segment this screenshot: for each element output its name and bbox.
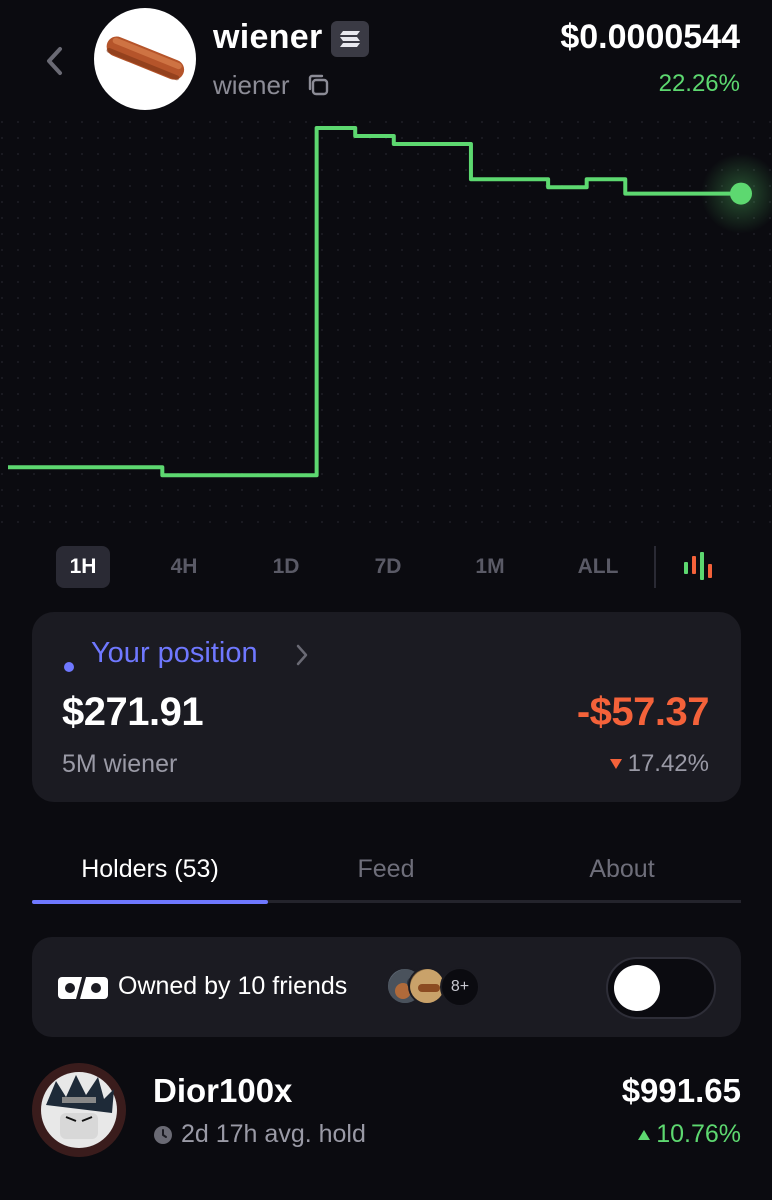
token-detail-screen: wiener wiener $0.0000544 22.26% 1H 4H 1D…	[0, 0, 772, 1200]
tab-holders[interactable]: Holders (53)	[32, 840, 268, 898]
candlestick-icon	[684, 552, 712, 580]
token-symbol: wiener	[213, 70, 290, 100]
timeframe-all[interactable]: ALL	[572, 546, 624, 588]
friends-ownership-card: Owned by 10 friends 8+	[32, 937, 741, 1037]
holder-change: 10.76%	[638, 1120, 741, 1149]
holder-avatar	[32, 1063, 126, 1157]
holder-hold-time: 2d 17h avg. hold	[153, 1120, 366, 1149]
toggle-knob	[614, 965, 660, 1011]
chevron-left-icon	[47, 47, 62, 75]
holder-value: $991.65	[621, 1072, 741, 1109]
holder-row[interactable]: Dior100x 2d 17h avg. hold $991.65 10.76%	[32, 1060, 741, 1170]
price-change: 22.26%	[658, 70, 740, 97]
current-price-point	[730, 182, 752, 205]
friend-avatars[interactable]: 8+	[386, 967, 486, 1007]
tab-feed[interactable]: Feed	[268, 840, 504, 898]
timeframe-1m[interactable]: 1M	[468, 546, 512, 588]
sausage-icon	[106, 36, 185, 81]
position-amount: 5M wiener	[62, 750, 178, 778]
timeframe-selector: 1H 4H 1D 7D 1M ALL	[32, 542, 742, 592]
friends-more-count: 8+	[440, 967, 480, 1007]
token-header: wiener wiener $0.0000544 22.26%	[0, 0, 772, 120]
tab-about[interactable]: About	[504, 840, 740, 898]
holder-hold-text: 2d 17h avg. hold	[181, 1120, 366, 1148]
friends-filter-toggle[interactable]	[606, 957, 716, 1019]
arrow-up-icon	[638, 1129, 651, 1140]
price-chart[interactable]	[0, 120, 772, 530]
position-label: Your position	[91, 637, 258, 669]
timeframe-divider	[654, 546, 656, 588]
position-pnl: -$57.37	[576, 690, 710, 734]
token-name: wiener	[213, 18, 323, 56]
token-price: $0.0000544	[560, 18, 740, 56]
friends-owned-text: Owned by 10 friends	[118, 972, 348, 1000]
friends-logo-icon	[58, 977, 108, 999]
detail-tabs: Holders (53) Feed About	[32, 840, 741, 906]
holder-name: Dior100x	[153, 1072, 293, 1109]
timeframe-7d[interactable]: 7D	[366, 546, 410, 588]
candlestick-toggle-button[interactable]	[680, 548, 716, 586]
position-value: $271.91	[62, 690, 204, 734]
token-logo	[94, 8, 196, 110]
timeframe-4h[interactable]: 4H	[160, 546, 208, 588]
position-dot-icon	[64, 662, 74, 672]
timeframe-1d[interactable]: 1D	[264, 546, 308, 588]
back-button[interactable]	[38, 42, 70, 80]
chevron-right-icon	[296, 644, 308, 666]
copy-icon	[308, 74, 329, 96]
anime-character-avatar-icon	[32, 1063, 126, 1157]
arrow-down-icon	[609, 759, 622, 769]
tab-active-indicator	[32, 900, 268, 904]
position-pnl-percent-value: 17.42%	[627, 750, 709, 777]
position-card[interactable]: Your position $271.91 5M wiener -$57.37 …	[32, 612, 741, 802]
solana-icon	[340, 31, 360, 47]
timeframe-1h[interactable]: 1H	[56, 546, 110, 588]
copy-address-button[interactable]	[305, 72, 331, 98]
holder-change-value: 10.76%	[656, 1120, 741, 1148]
clock-icon	[154, 1125, 172, 1144]
chain-badge	[331, 21, 369, 57]
position-pnl-percent: 17.42%	[609, 750, 709, 778]
